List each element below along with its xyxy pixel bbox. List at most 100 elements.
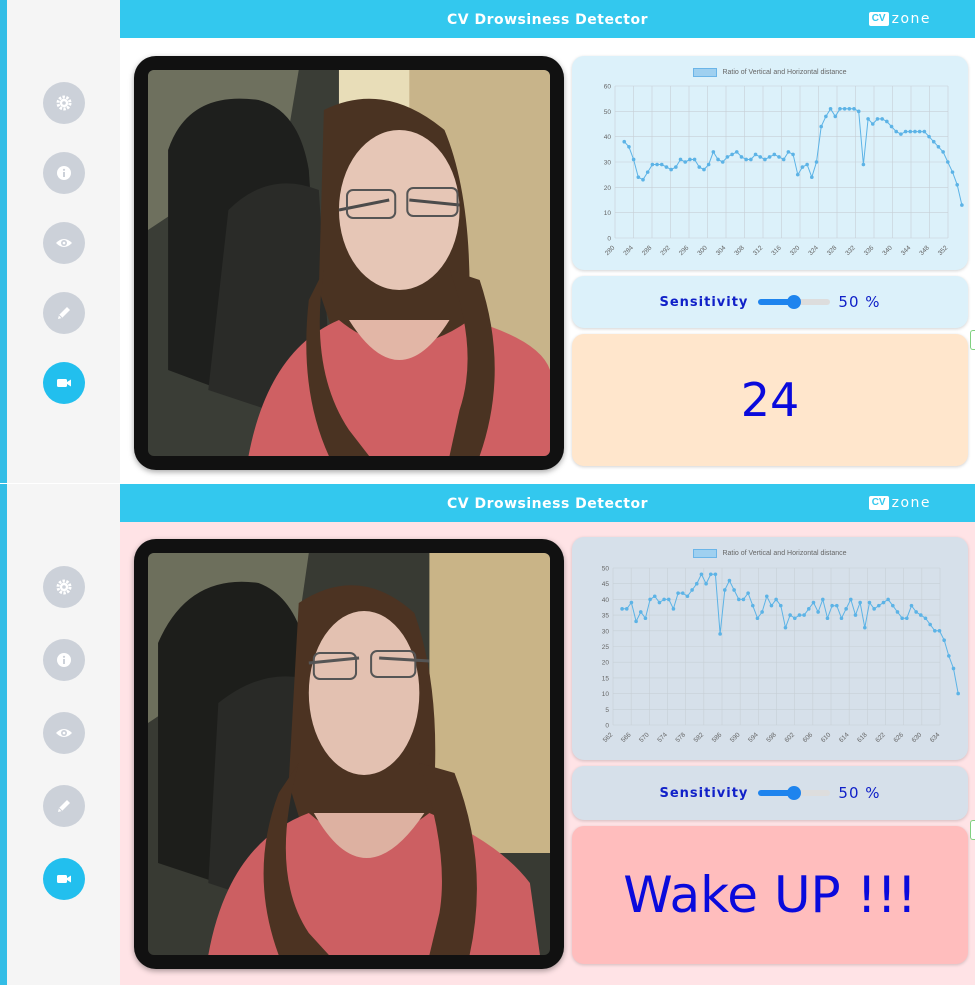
settings-button[interactable] (43, 82, 85, 124)
y-tick-label: 20 (602, 660, 610, 667)
data-point (706, 162, 711, 167)
data-point (680, 591, 685, 595)
data-point (739, 155, 744, 159)
data-point (622, 139, 627, 144)
y-tick-label: 30 (602, 628, 610, 635)
y-tick-label: 50 (604, 109, 612, 116)
page-title: CV Drowsiness Detector (446, 12, 648, 28)
data-point (849, 597, 853, 602)
data-point (805, 162, 809, 167)
data-point (688, 157, 692, 162)
data-point (704, 581, 708, 586)
data-point (866, 117, 870, 121)
alert-card: Wake UP !!! (572, 826, 968, 964)
data-point (702, 167, 706, 172)
sidebar (7, 484, 120, 985)
brand-logo: CV zone (868, 495, 931, 511)
data-point (824, 114, 828, 119)
data-point (674, 165, 678, 169)
data-point (692, 157, 697, 162)
view-button[interactable] (43, 222, 85, 264)
x-tick-label: 296 (678, 244, 691, 257)
data-point (678, 157, 683, 162)
data-point (960, 203, 964, 207)
x-tick-label: 336 (863, 244, 876, 257)
x-tick-label: 288 (641, 244, 654, 257)
x-tick-label: 280 (604, 244, 617, 257)
slider-thumb[interactable] (787, 295, 802, 309)
data-point (634, 619, 638, 624)
data-point (767, 155, 772, 159)
x-tick-label: 590 (729, 731, 742, 744)
camera-button[interactable] (43, 858, 85, 900)
data-point (763, 157, 767, 162)
eye-icon (56, 729, 72, 737)
data-point (758, 155, 763, 159)
camera-button[interactable] (43, 362, 85, 404)
data-point (816, 610, 820, 614)
x-tick-label: 344 (900, 244, 913, 257)
data-point (875, 117, 880, 121)
data-point (718, 632, 722, 636)
x-tick-label: 578 (674, 731, 687, 744)
data-point (750, 603, 755, 608)
data-point (913, 129, 917, 134)
data-point (894, 129, 899, 134)
data-point (708, 572, 713, 577)
data-point (788, 613, 792, 617)
x-tick-label: 308 (733, 244, 746, 257)
x-tick-label: 602 (783, 731, 796, 744)
info-button[interactable] (43, 152, 85, 194)
data-point (664, 165, 669, 169)
info-icon (57, 653, 71, 667)
sensitivity-label: Sensitivity (659, 294, 749, 310)
data-point (923, 616, 928, 621)
info-button[interactable] (43, 639, 85, 681)
data-point (741, 597, 746, 602)
data-point (880, 117, 884, 121)
data-point (643, 616, 648, 621)
sensitivity-value: 50 % (838, 293, 881, 311)
ratio-line-chart: 0 5 10 15 20 25 30 35 40 45 50 562 566 570 574 578 582 58… (602, 566, 960, 744)
data-point (886, 597, 890, 602)
data-point (791, 152, 795, 157)
data-point (755, 616, 760, 621)
data-point (722, 588, 727, 592)
data-point (749, 157, 753, 162)
data-point (838, 107, 842, 111)
data-point (800, 165, 805, 169)
data-point (783, 625, 788, 630)
data-point (919, 613, 923, 617)
data-point (777, 155, 781, 159)
data-point (847, 107, 852, 111)
data-point (659, 162, 664, 167)
data-point (844, 607, 848, 611)
data-point (713, 572, 718, 577)
sidebar (7, 0, 120, 483)
view-button[interactable] (43, 712, 85, 754)
data-point (895, 610, 900, 614)
data-point (891, 603, 895, 608)
x-tick-label: 340 (881, 244, 894, 257)
data-point (858, 600, 862, 605)
gear-icon (56, 579, 72, 595)
data-point (814, 160, 819, 164)
sensitivity-slider[interactable] (758, 295, 831, 309)
edit-button[interactable] (43, 785, 85, 827)
data-point (732, 588, 736, 592)
data-point (828, 107, 833, 111)
data-point (839, 616, 844, 621)
edit-button[interactable] (43, 292, 85, 334)
x-tick-label: 586 (711, 731, 724, 744)
data-point (877, 603, 881, 608)
data-point (867, 600, 872, 605)
slider-thumb[interactable] (787, 786, 802, 800)
settings-button[interactable] (43, 566, 85, 608)
data-point (744, 157, 748, 162)
y-tick-label: 10 (604, 210, 612, 217)
edge-tab (970, 820, 975, 840)
sensitivity-slider[interactable] (758, 786, 831, 800)
eye-icon (56, 239, 72, 247)
x-tick-label: 594 (747, 731, 760, 744)
sensitivity-label: Sensitivity (659, 785, 749, 801)
